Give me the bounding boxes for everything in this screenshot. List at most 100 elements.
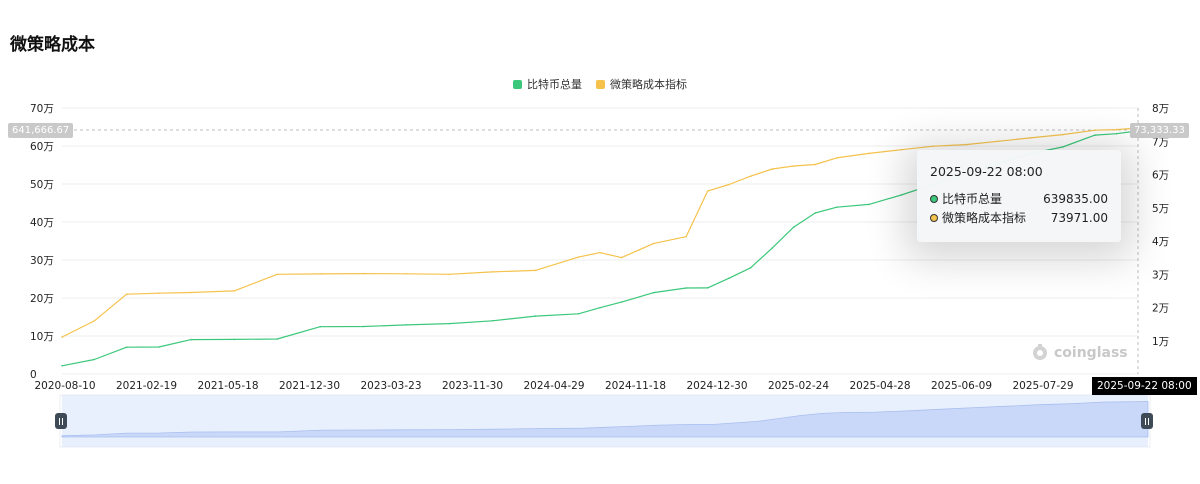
data-point-cost-index	[599, 251, 601, 254]
data-point-btc-total	[814, 212, 816, 214]
tooltip-series-name: 比特币总量	[942, 192, 1003, 206]
data-point-btc-total	[685, 287, 687, 289]
y-left-tick-label: 20万	[30, 293, 54, 305]
data-point-btc-total	[728, 277, 730, 280]
x-tick-label: 2024-04-29	[523, 380, 584, 392]
data-point-cost-index	[932, 145, 935, 147]
data-point-btc-total	[792, 226, 795, 228]
data-point-btc-total	[491, 320, 494, 322]
data-point-cost-index	[1094, 129, 1096, 131]
x-tick-label: 2025-02-24	[768, 380, 829, 392]
data-point-cost-index	[706, 190, 709, 192]
data-point-btc-total	[93, 358, 96, 361]
data-point-cost-index	[685, 235, 687, 238]
data-point-cost-index	[1061, 133, 1064, 136]
x-tick-label: 2024-12-30	[686, 380, 747, 392]
data-point-cost-index	[997, 140, 999, 143]
y-right-tick-label: 1万	[1152, 336, 1169, 348]
y-left-tick-label: 40万	[30, 217, 54, 229]
data-point-cost-index	[233, 290, 235, 292]
data-point-btc-total	[1061, 146, 1064, 148]
y-right-tick-label: 5万	[1152, 203, 1169, 215]
x-axis-ticks: 2020-08-10 2021-02-19 2021-05-18 2021-12-30…	[34, 380, 1073, 392]
x-tick-label: 2021-12-30	[279, 380, 340, 392]
watermark-text: coinglass	[1054, 345, 1128, 361]
chart-tooltip: 2025-09-22 08:00 比特币总量 639835.00 微策略成本指标…	[917, 150, 1121, 242]
x-tick-label: 2025-07-29	[1012, 380, 1073, 392]
tooltip-row-cost-index: 微策略成本指标 73971.00	[930, 208, 1108, 227]
tooltip-dot-icon	[930, 194, 938, 203]
data-point-btc-total	[835, 206, 838, 208]
y-right-tick-label: 6万	[1152, 170, 1169, 182]
data-point-btc-total	[1115, 132, 1118, 135]
tooltip-time: 2025-09-22 08:00	[930, 164, 1043, 179]
data-point-btc-total	[868, 203, 870, 206]
right-axis-ticks: 1万 2万 3万 4万 5万 6万 7万 8万	[1152, 103, 1169, 348]
data-point-cost-index	[814, 163, 816, 166]
data-point-btc-total	[577, 313, 580, 315]
data-point-btc-total	[900, 194, 903, 196]
data-point-cost-index	[491, 271, 494, 273]
y-right-tick-label: 3万	[1152, 269, 1169, 281]
data-point-btc-total	[620, 301, 623, 303]
coinglass-logo-icon	[1033, 344, 1047, 360]
data-point-btc-total	[599, 306, 601, 309]
data-point-btc-total	[706, 287, 709, 289]
data-point-cost-index	[620, 256, 623, 259]
x-tick-label: 2021-02-19	[116, 380, 177, 392]
y-right-tick-label: 8万	[1152, 103, 1169, 115]
y-left-tick-label: 60万	[30, 141, 54, 153]
data-point-btc-total	[61, 365, 63, 367]
data-point-cost-index	[534, 269, 537, 272]
y-right-tick-label: 2万	[1152, 303, 1169, 315]
data-point-cost-index	[771, 168, 773, 170]
data-point-cost-index	[190, 291, 192, 294]
x-tick-label: 2020-08-10	[34, 380, 95, 392]
data-point-cost-index	[728, 183, 730, 186]
data-point-cost-index	[276, 273, 279, 276]
x-tick-label: 2023-11-30	[442, 380, 503, 392]
data-point-cost-index	[749, 175, 752, 177]
tooltip-series-value: 73971.00	[1050, 210, 1108, 225]
axis-pointer-right-label: 73,333.33	[1130, 123, 1189, 138]
data-point-btc-total	[534, 315, 537, 317]
y-left-tick-label: 70万	[30, 103, 54, 115]
left-axis-ticks: 010万20万30万40万50万60万70万	[30, 103, 54, 381]
y-left-tick-label: 10万	[30, 331, 54, 343]
data-point-btc-total	[125, 346, 128, 349]
data-point-cost-index	[93, 320, 96, 322]
y-right-tick-label: 7万	[1152, 136, 1169, 148]
data-point-cost-index	[448, 273, 451, 276]
data-point-btc-total	[771, 247, 773, 249]
y-left-tick-label: 50万	[30, 179, 54, 191]
line-chart: 010万20万30万40万50万60万70万 1万2万3万4万5万6万7万8万 …	[30, 103, 1169, 448]
tooltip-row-btc-total: 比特币总量 639835.00	[930, 189, 1108, 208]
zoom-handle-left[interactable]	[55, 413, 67, 429]
tooltip-series-value: 639835.00	[1043, 191, 1108, 206]
data-point-cost-index	[900, 148, 903, 151]
data-point-cost-index	[362, 272, 365, 275]
y-left-tick-label: 30万	[30, 255, 54, 267]
data-point-btc-total	[158, 346, 160, 348]
axis-pointer-x-label: 2025-09-22 08:00	[1092, 377, 1197, 395]
data-point-cost-index	[125, 293, 128, 296]
data-point-btc-total	[362, 325, 365, 328]
tooltip-dot-icon	[930, 213, 938, 222]
axis-pointer-left-label: 641,666.67	[8, 123, 74, 138]
zoom-handle-right[interactable]	[1141, 413, 1153, 429]
data-point-cost-index	[405, 273, 408, 275]
data-point-cost-index	[158, 292, 160, 295]
tooltip-series-name: 微策略成本指标	[942, 211, 1027, 225]
data-point-btc-total	[448, 322, 451, 325]
data-point-btc-total	[276, 338, 279, 340]
data-point-btc-total	[233, 338, 235, 341]
data-point-cost-index	[835, 157, 838, 159]
x-tick-label: 2021-05-18	[197, 380, 258, 392]
y-right-tick-label: 4万	[1152, 236, 1169, 248]
data-point-cost-index	[792, 165, 795, 167]
data-point-cost-index	[61, 336, 63, 338]
coinglass-watermark: coinglass	[1030, 343, 1128, 363]
data-point-cost-index	[965, 143, 967, 146]
data-point-cost-index	[1029, 137, 1032, 139]
data-point-cost-index	[319, 273, 322, 275]
